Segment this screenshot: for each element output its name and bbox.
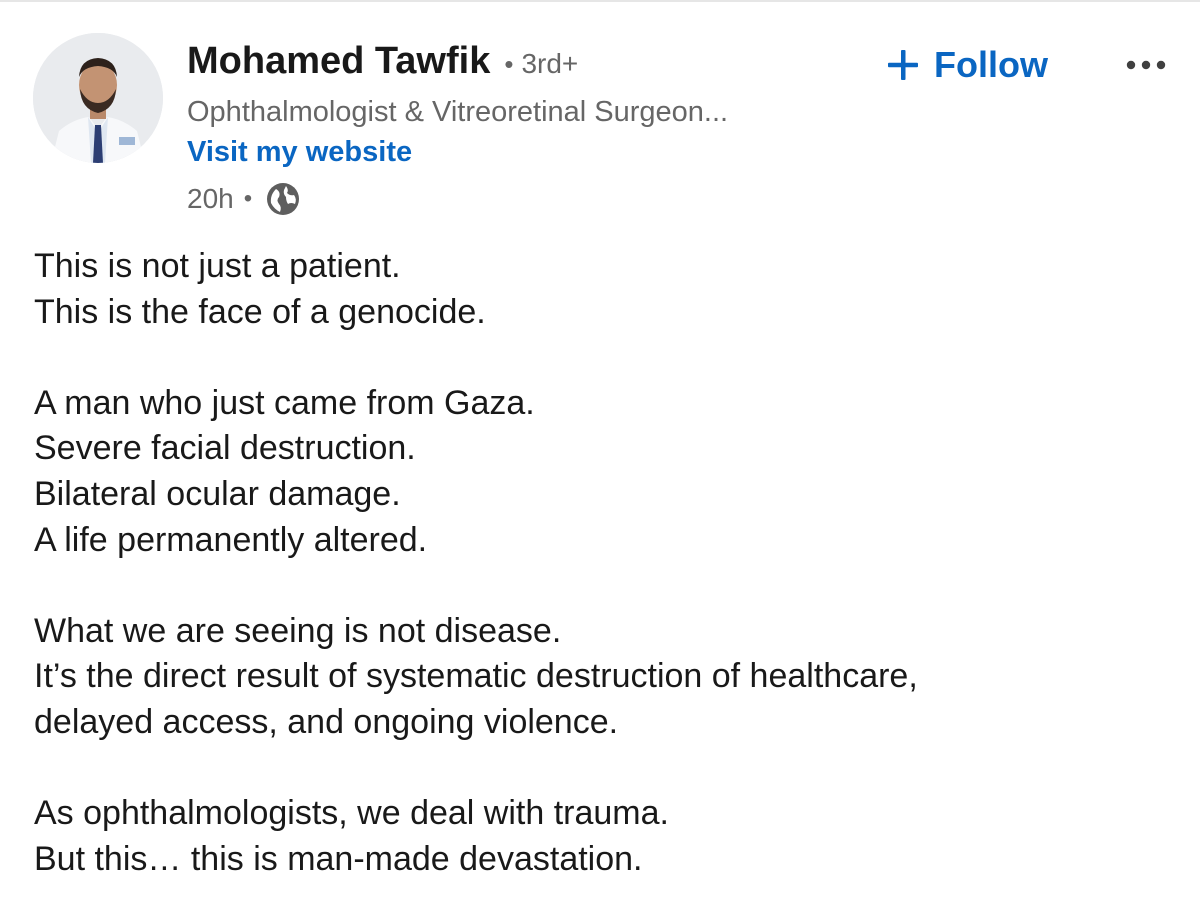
post-text-line: A man who just came from Gaza. (34, 383, 535, 422)
connection-degree: 3rd+ (521, 48, 579, 79)
post-text-line: A life permanently altered. (34, 520, 428, 559)
author-headline: Ophthalmologist & Vitreoretinal Surgeon.… (187, 96, 729, 128)
globe-icon (264, 180, 302, 218)
separator-dot: • (504, 49, 514, 79)
post-text-line: As ophthalmologists, we deal with trauma… (34, 794, 669, 833)
visit-website-link[interactable]: Visit my website (187, 136, 412, 169)
post-text-line: This is not just a patient. (34, 247, 401, 285)
post-text-line: But this… this is man-made devastation. (34, 839, 643, 878)
more-options-button[interactable] (1124, 52, 1168, 78)
post-text-line: This is the face of a genocide. (34, 292, 486, 331)
separator-dot: • (243, 185, 253, 212)
post-text-line: delayed access, and ongoing violence. (34, 702, 619, 741)
post-meta: 20h • (187, 180, 302, 218)
author-avatar[interactable] (33, 33, 163, 163)
post-divider (0, 0, 1200, 2)
author-name-row: Mohamed Tawfik • 3rd+ (187, 40, 578, 83)
feed-post: Mohamed Tawfik • 3rd+ Ophthalmologist & … (0, 0, 1200, 907)
more-horizontal-icon (1126, 60, 1166, 70)
post-text-line: It’s the direct result of systematic des… (34, 657, 918, 696)
post-body: This is not just a patient. This is the … (34, 244, 1174, 882)
plus-icon (886, 48, 920, 82)
author-name[interactable]: Mohamed Tawfik (187, 40, 490, 83)
profile-photo-icon (33, 33, 163, 163)
post-text-line: Severe facial destruction. (34, 429, 416, 468)
post-text-line: Bilateral ocular damage. (34, 474, 401, 513)
post-timestamp: 20h (187, 183, 234, 214)
post-text-line: What we are seeing is not disease. (34, 611, 562, 650)
follow-button[interactable]: Follow (886, 40, 1048, 90)
follow-label: Follow (934, 44, 1048, 85)
